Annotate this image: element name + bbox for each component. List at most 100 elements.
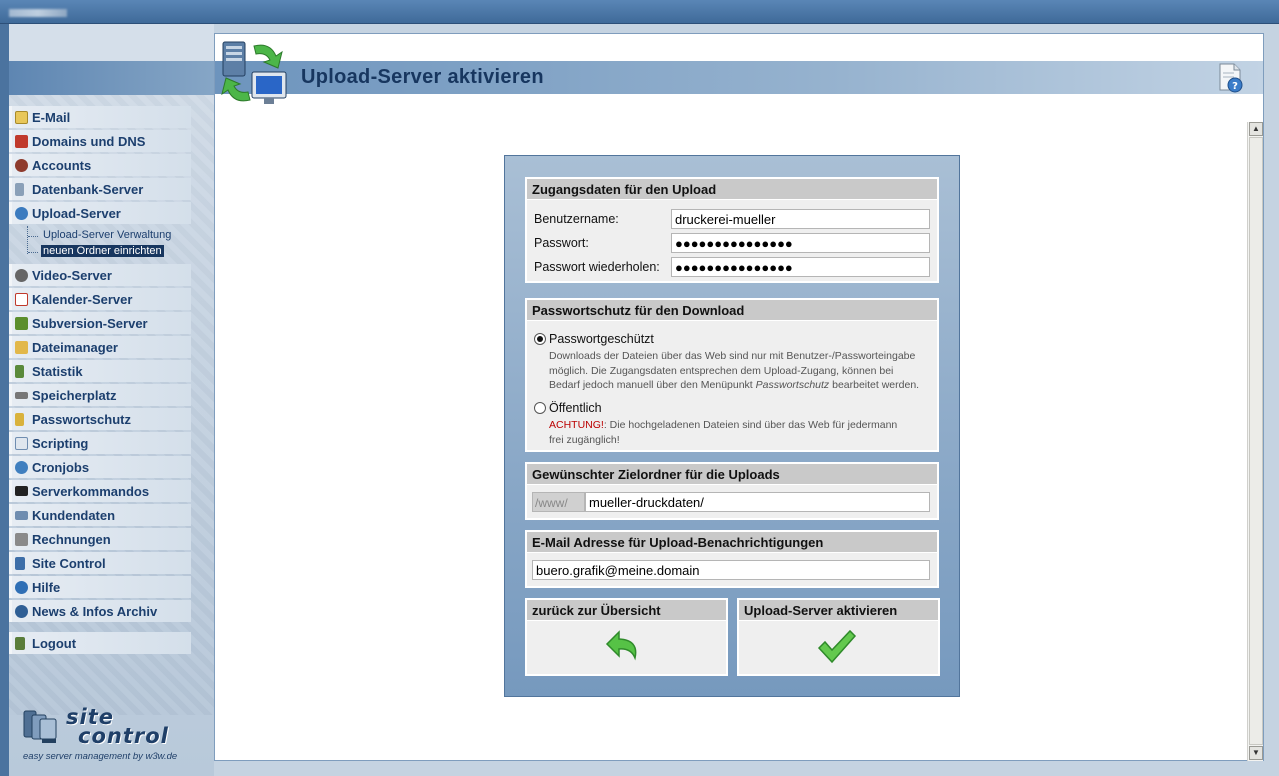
password-input[interactable]: ●●●●●●●●●●●●●●● bbox=[671, 233, 930, 253]
password-label: Passwort: bbox=[534, 236, 589, 250]
notification-email-input[interactable]: buero.grafik@meine.domain bbox=[532, 560, 930, 580]
description-line: möglich. Die Zugangsdaten entsprechen de… bbox=[549, 364, 894, 377]
sidebar-item-site-control[interactable]: Site Control bbox=[9, 552, 191, 574]
subitem-label: neuen Ordner einrichten bbox=[41, 245, 164, 257]
calendar-icon bbox=[15, 292, 28, 306]
main-panel: Upload-Server aktivieren ? ▲ ▼ Zugangsda… bbox=[214, 33, 1264, 761]
password-repeat-label: Passwort wiederholen: bbox=[534, 260, 660, 274]
username-label: Benutzername: bbox=[534, 212, 619, 226]
username-input[interactable]: druckerei-mueller bbox=[671, 209, 930, 229]
logo-tagline: easy server management by w3w.de bbox=[23, 751, 178, 762]
scrollbar-track[interactable] bbox=[1249, 137, 1263, 745]
upload-server-icon bbox=[15, 206, 28, 220]
vertical-scrollbar[interactable]: ▲ ▼ bbox=[1247, 122, 1263, 761]
subitem-upload-server-verwaltung[interactable]: Upload-Server Verwaltung bbox=[28, 229, 173, 243]
section-heading: Zugangsdaten für den Upload bbox=[527, 179, 937, 200]
sidebar-item-news-archive[interactable]: News & Infos Archiv bbox=[9, 600, 191, 622]
sidebar-item-storage[interactable]: Speicherplatz bbox=[9, 384, 191, 406]
sidebar-item-video-server[interactable]: Video-Server bbox=[9, 264, 191, 286]
help-document-icon[interactable]: ? bbox=[1218, 63, 1244, 93]
description-text: : Die hochgeladenen Dateien sind über da… bbox=[603, 419, 898, 431]
logout-icon bbox=[15, 636, 25, 650]
back-button-label: zurück zur Übersicht bbox=[527, 600, 726, 621]
description-emphasis: Passwortschutz bbox=[755, 379, 830, 391]
mail-icon bbox=[15, 110, 28, 124]
help-icon bbox=[15, 580, 28, 594]
sidebar-item-label: Subversion-Server bbox=[32, 315, 148, 331]
sidebar-top bbox=[9, 24, 214, 61]
site-control-logo: site control easy server management by w… bbox=[20, 705, 205, 765]
password-repeat-input[interactable]: ●●●●●●●●●●●●●●● bbox=[671, 257, 930, 277]
sidebar-item-upload-server[interactable]: Upload-Server bbox=[9, 202, 191, 224]
scroll-up-button[interactable]: ▲ bbox=[1249, 122, 1263, 136]
sidebar-item-label: Accounts bbox=[32, 157, 92, 173]
sidebar-item-email[interactable]: E-Mail bbox=[9, 106, 191, 128]
server-logo-icon bbox=[23, 710, 57, 743]
sidebar-item-subversion[interactable]: Subversion-Server bbox=[9, 312, 191, 334]
sidebar-item-scripting[interactable]: Scripting bbox=[9, 432, 191, 454]
domains-icon bbox=[15, 134, 28, 148]
target-folder-prefix: /www/ bbox=[532, 492, 585, 512]
subitem-label: Upload-Server Verwaltung bbox=[43, 229, 172, 241]
frame-edge bbox=[0, 24, 9, 776]
access-data-section: Zugangsdaten für den Upload Benutzername… bbox=[525, 177, 939, 283]
sidebar-item-label: Serverkommandos bbox=[32, 483, 150, 499]
sidebar-banner bbox=[9, 61, 214, 95]
sidebar-item-password-protection[interactable]: Passwortschutz bbox=[9, 408, 191, 430]
sidebar-item-label: Dateimanager bbox=[32, 339, 118, 355]
accounts-icon bbox=[15, 158, 28, 172]
back-to-overview-button[interactable]: zurück zur Übersicht bbox=[525, 598, 728, 676]
target-folder-section: Gewünschter Zielordner für die Uploads /… bbox=[525, 462, 939, 520]
sidebar-item-domains[interactable]: Domains und DNS bbox=[9, 130, 191, 152]
sidebar-item-label: Rechnungen bbox=[32, 531, 111, 547]
sidebar-item-customer-data[interactable]: Kundendaten bbox=[9, 504, 191, 526]
public-description: ACHTUNG!: Die hochgeladenen Dateien sind… bbox=[549, 418, 929, 447]
invoice-icon bbox=[15, 532, 28, 546]
cronjobs-icon bbox=[15, 460, 28, 474]
sidebar-item-database[interactable]: Datenbank-Server bbox=[9, 178, 191, 200]
scroll-down-button[interactable]: ▼ bbox=[1249, 746, 1263, 760]
notification-email-section: E-Mail Adresse für Upload-Benachrichtigu… bbox=[525, 530, 939, 588]
public-label: Öffentlich bbox=[549, 401, 602, 415]
info-icon bbox=[15, 604, 28, 618]
sidebar-item-accounts[interactable]: Accounts bbox=[9, 154, 191, 176]
subversion-icon bbox=[15, 316, 28, 330]
customer-data-icon bbox=[15, 510, 28, 520]
sidebar-item-label: Domains und DNS bbox=[32, 133, 146, 149]
database-icon bbox=[15, 182, 24, 196]
folder-icon bbox=[15, 340, 28, 354]
warning-text: ACHTUNG! bbox=[549, 419, 604, 431]
sidebar-item-statistics[interactable]: Statistik bbox=[9, 360, 191, 382]
sidebar-item-label: Site Control bbox=[32, 555, 106, 571]
activate-upload-server-button[interactable]: Upload-Server aktivieren bbox=[737, 598, 940, 676]
sidebar-item-label: Statistik bbox=[32, 363, 83, 379]
sidebar-item-server-commands[interactable]: Serverkommandos bbox=[9, 480, 191, 502]
sidebar-item-label: News & Infos Archiv bbox=[32, 603, 158, 619]
radio-password-protected[interactable] bbox=[534, 333, 546, 345]
description-line: Bedarf jedoch manuell über den Menüpunkt… bbox=[549, 378, 939, 393]
description-line: Downloads der Dateien über das Web sind … bbox=[549, 350, 916, 362]
terminal-icon bbox=[15, 486, 28, 496]
sidebar-item-help[interactable]: Hilfe bbox=[9, 576, 191, 598]
sidebar-item-label: Kundendaten bbox=[32, 507, 116, 523]
description-text: bearbeitet werden. bbox=[832, 379, 920, 391]
sidebar-item-cronjobs[interactable]: Cronjobs bbox=[9, 456, 191, 478]
sidebar-item-label: E-Mail bbox=[32, 109, 71, 125]
upload-server-submenu: Upload-Server Verwaltung neuen Ordner ei… bbox=[9, 226, 191, 262]
sidebar-item-label: Passwortschutz bbox=[32, 411, 131, 427]
description-line: ACHTUNG!: Die hochgeladenen Dateien sind… bbox=[549, 418, 929, 433]
sidebar-item-file-manager[interactable]: Dateimanager bbox=[9, 336, 191, 358]
sidebar-item-logout[interactable]: Logout bbox=[9, 632, 191, 654]
description-text: Bedarf jedoch manuell über den Menüpunkt bbox=[549, 379, 753, 391]
sidebar-item-invoices[interactable]: Rechnungen bbox=[9, 528, 191, 550]
target-folder-input[interactable]: mueller-druckdaten/ bbox=[585, 492, 930, 512]
sidebar-item-label: Upload-Server bbox=[32, 205, 121, 221]
sidebar-item-label: Speicherplatz bbox=[32, 387, 117, 403]
window-title-bar bbox=[0, 0, 1279, 24]
radio-public[interactable] bbox=[534, 402, 546, 414]
sidebar-item-calendar[interactable]: Kalender-Server bbox=[9, 288, 191, 310]
upload-server-header-icon bbox=[221, 41, 287, 104]
video-icon bbox=[15, 268, 28, 282]
sidebar-item-label: Cronjobs bbox=[32, 459, 90, 475]
subitem-neuen-ordner-einrichten[interactable]: neuen Ordner einrichten bbox=[28, 245, 164, 259]
